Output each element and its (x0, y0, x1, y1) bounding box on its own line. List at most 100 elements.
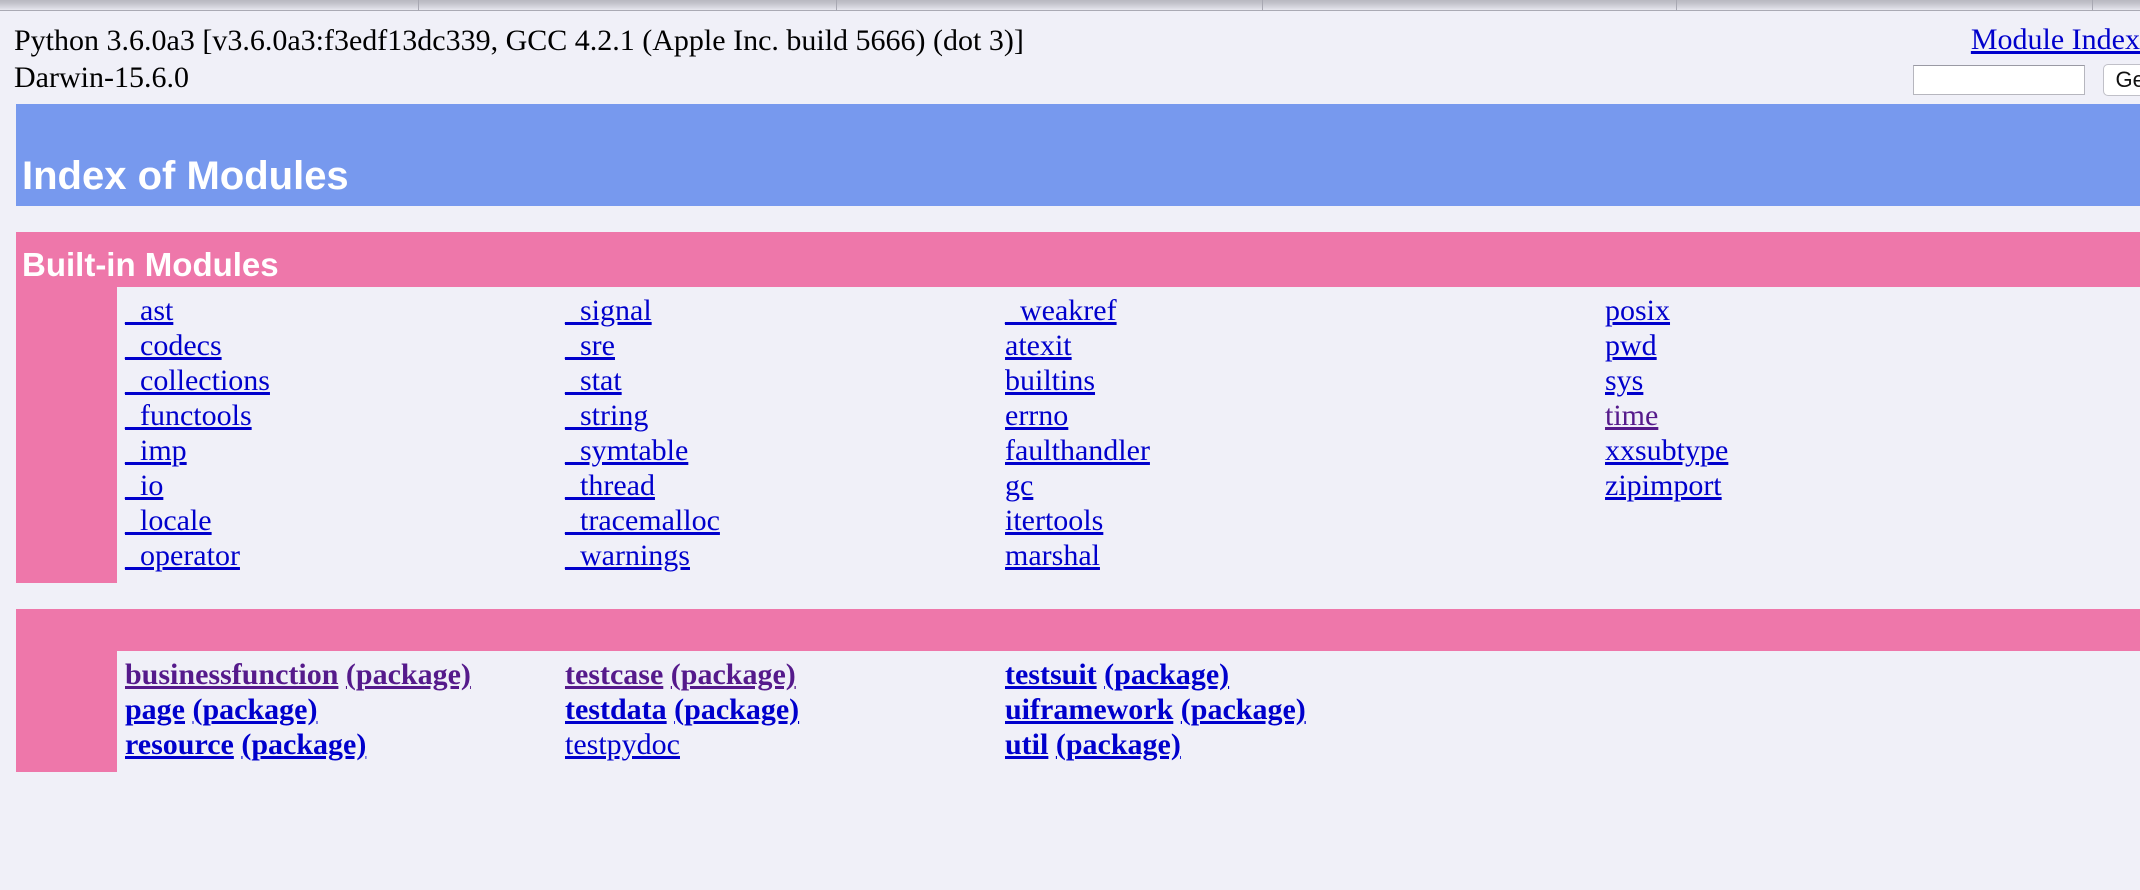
module-link[interactable]: faulthandler (1005, 434, 1150, 467)
browser-tab-divider (1262, 0, 1263, 11)
module-package-suffix[interactable]: (package) (671, 658, 796, 691)
module-column: posix pwd sys time xxsubtype zipimport (1597, 293, 2140, 573)
module-link[interactable]: uiframework (1005, 693, 1173, 726)
module-list-item: util (package) (1005, 727, 1597, 762)
module-section-title: Built-in Modules (22, 246, 279, 283)
module-list-item: uiframework (package) (1005, 692, 1597, 727)
module-link[interactable]: errno (1005, 399, 1068, 432)
module-link[interactable]: builtins (1005, 364, 1095, 397)
module-list-item: _sre (565, 328, 997, 363)
browser-tab-divider (836, 0, 837, 11)
module-link[interactable]: _stat (565, 364, 622, 397)
module-list-item: gc (1005, 468, 1597, 503)
module-link[interactable]: testsuit (1005, 658, 1097, 691)
module-list-item: _string (565, 398, 997, 433)
module-link[interactable]: businessfunction (125, 658, 338, 691)
module-link[interactable]: atexit (1005, 329, 1072, 362)
module-link[interactable]: page (125, 693, 185, 726)
module-section-header: Built-in Modules (16, 232, 2140, 287)
search-form: Get (1912, 64, 2140, 96)
module-list-item: _locale (125, 503, 557, 538)
module-list-item: zipimport (1605, 468, 2140, 503)
module-grid: _ast _codecs _collections _functools _imp _io… (117, 293, 2140, 573)
browser-tab-divider (418, 0, 419, 11)
module-link[interactable]: testpydoc (565, 728, 680, 761)
module-link[interactable]: _symtable (565, 434, 688, 467)
module-list-item: _thread (565, 468, 997, 503)
module-link[interactable]: _warnings (565, 539, 690, 572)
module-link[interactable]: zipimport (1605, 469, 1722, 502)
module-package-suffix[interactable]: (package) (241, 728, 366, 761)
module-list-item: _tracemalloc (565, 503, 997, 538)
module-column: businessfunction (package) page (package)… (117, 657, 557, 762)
module-list-item: testdata (package) (565, 692, 997, 727)
pydoc-header: Python 3.6.0a3 [v3.6.0a3:f3edf13dc339, G… (0, 12, 2140, 104)
module-list-item: _warnings (565, 538, 997, 573)
module-link[interactable]: gc (1005, 469, 1033, 502)
module-link[interactable]: posix (1605, 294, 1670, 327)
get-search-button[interactable]: Get (2102, 64, 2140, 96)
module-column: testcase (package) testdata (package) test… (557, 657, 997, 762)
module-list-item: marshal (1005, 538, 1597, 573)
module-list-item: sys (1605, 363, 2140, 398)
module-link[interactable]: time (1605, 399, 1658, 432)
module-package-suffix[interactable]: (package) (1104, 658, 1229, 691)
module-link[interactable]: _io (125, 469, 163, 502)
module-package-suffix[interactable]: (package) (1181, 693, 1306, 726)
module-list-item: testsuit (package) (1005, 657, 1597, 692)
module-link[interactable]: _ast (125, 294, 173, 327)
module-list-item: _operator (125, 538, 557, 573)
module-link[interactable]: _signal (565, 294, 652, 327)
module-link[interactable]: testcase (565, 658, 663, 691)
module-package-suffix[interactable]: (package) (674, 693, 799, 726)
module-link[interactable]: _codecs (125, 329, 222, 362)
module-link[interactable]: testdata (565, 693, 667, 726)
module-list-item: businessfunction (package) (125, 657, 557, 692)
module-link[interactable]: resource (125, 728, 234, 761)
module-list-item: resource (package) (125, 727, 557, 762)
header-right-controls: Module Index Get (1912, 22, 2140, 96)
module-list-item: _weakref (1005, 293, 1597, 328)
module-link[interactable]: _string (565, 399, 648, 432)
module-link[interactable]: _thread (565, 469, 655, 502)
module-package-suffix[interactable]: (package) (346, 658, 471, 691)
module-link[interactable]: _locale (125, 504, 212, 537)
module-link[interactable]: _operator (125, 539, 240, 572)
module-package-suffix[interactable]: (package) (1056, 728, 1181, 761)
module-section: Built-in Modules _ast _codecs _collections _… (16, 232, 2140, 583)
module-list-item: _functools (125, 398, 557, 433)
module-link[interactable]: pwd (1605, 329, 1657, 362)
module-link[interactable]: _sre (565, 329, 615, 362)
module-list-item: pwd (1605, 328, 2140, 363)
module-index-link[interactable]: Module Index (1971, 22, 2140, 58)
module-list-item: atexit (1005, 328, 1597, 363)
module-link[interactable]: xxsubtype (1605, 434, 1728, 467)
module-link[interactable]: _collections (125, 364, 270, 397)
module-list-item: builtins (1005, 363, 1597, 398)
module-package-suffix[interactable]: (package) (193, 693, 318, 726)
module-column (1597, 657, 2140, 762)
module-link[interactable]: _imp (125, 434, 187, 467)
module-list-item: itertools (1005, 503, 1597, 538)
python-version-info: Python 3.6.0a3 [v3.6.0a3:f3edf13dc339, G… (14, 22, 1024, 96)
module-link[interactable]: sys (1605, 364, 1643, 397)
module-list-item: _ast (125, 293, 557, 328)
module-section-body: _ast _codecs _collections _functools _imp _io… (117, 287, 2140, 583)
browser-tab-divider (2092, 0, 2093, 11)
module-link[interactable]: itertools (1005, 504, 1103, 537)
module-list-item: testpydoc (565, 727, 997, 762)
module-list-item: _io (125, 468, 557, 503)
module-list-item: testcase (package) (565, 657, 997, 692)
module-link[interactable]: marshal (1005, 539, 1100, 572)
browser-tab-divider (1676, 0, 1677, 11)
module-link[interactable]: util (1005, 728, 1048, 761)
pydoc-page: Python 3.6.0a3 [v3.6.0a3:f3edf13dc339, G… (0, 12, 2140, 890)
module-link[interactable]: _tracemalloc (565, 504, 720, 537)
page-title: Index of Modules (22, 154, 349, 198)
module-link[interactable]: _functools (125, 399, 252, 432)
module-link[interactable]: _weakref (1005, 294, 1117, 327)
python-version-line: Python 3.6.0a3 [v3.6.0a3:f3edf13dc339, G… (14, 24, 1024, 57)
search-input[interactable] (1912, 65, 2085, 95)
module-list-item: posix (1605, 293, 2140, 328)
